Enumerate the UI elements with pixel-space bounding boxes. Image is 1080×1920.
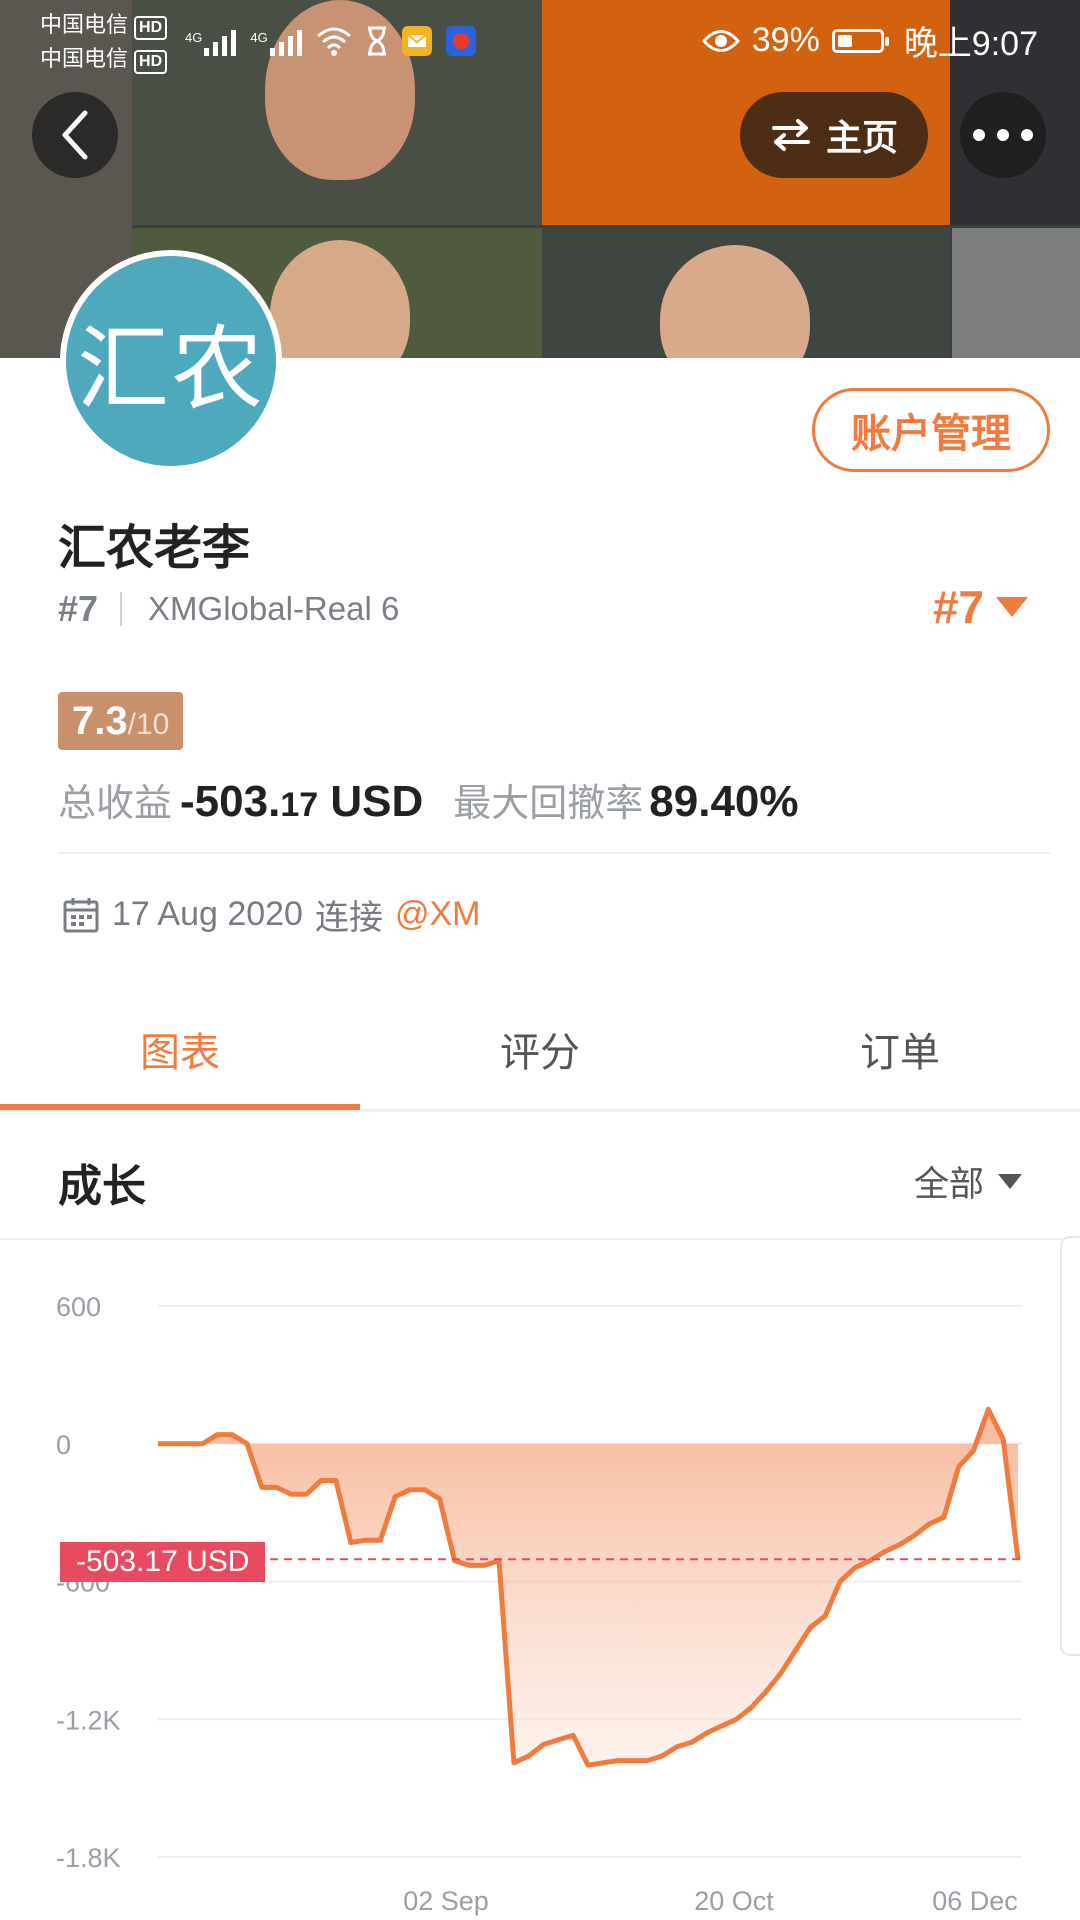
y-tick-label: 0: [56, 1430, 71, 1460]
hourglass-icon: [367, 26, 386, 56]
clock: 晚上9:07: [903, 25, 1038, 63]
caret-down-icon: [996, 597, 1028, 617]
max-drawdown-value: 89.40%: [649, 777, 799, 826]
connect-date: 17 Aug 2020: [112, 895, 303, 933]
calendar-icon: [63, 897, 99, 932]
section-title: 成长: [58, 1162, 146, 1211]
total-profit-value: -503.17 USD: [180, 777, 424, 826]
tab-orders[interactable]: 订单: [720, 1020, 1080, 1078]
growth-area: [158, 1409, 1018, 1766]
side-drawer-handle[interactable]: [1060, 1236, 1080, 1656]
carrier-info: 中国电信 HD 中国电信 HD: [40, 8, 168, 76]
connection-info: 17 Aug 2020 连接 @XM: [62, 890, 480, 939]
rank-number: #7: [58, 588, 99, 629]
max-drawdown-label: 最大回撤率: [453, 783, 644, 825]
tab-rating[interactable]: 评分: [360, 1020, 720, 1078]
battery-icon: [831, 28, 889, 53]
network-type: 4G: [185, 30, 203, 45]
divider: [58, 852, 1050, 854]
hd-icon: HD: [134, 16, 168, 40]
y-tick-label: -1.2K: [56, 1705, 121, 1735]
mail-icon: [401, 26, 432, 56]
range-dropdown-label: 全部: [913, 1165, 984, 1204]
total-profit-label: 总收益: [58, 783, 173, 825]
x-tick-label: 06 Dec: [932, 1886, 1018, 1916]
x-tick-label: 20 Oct: [694, 1886, 774, 1916]
home-switch-button[interactable]: 主页: [740, 92, 928, 178]
performance-stats: 总收益 -503.17 USD 最大回撤率 89.40%: [58, 772, 799, 827]
account-name: XMGlobal-Real 6: [148, 590, 400, 627]
carrier-label: 中国电信: [40, 12, 129, 37]
y-tick-label: 600: [56, 1292, 101, 1322]
account-meta: #7 XMGlobal-Real 6: [58, 588, 399, 630]
broker-link[interactable]: @XM: [395, 895, 481, 934]
score-max: /10: [127, 708, 170, 741]
account-management-button[interactable]: 账户管理: [812, 388, 1050, 472]
hd-icon: HD: [134, 50, 168, 74]
tab-chart[interactable]: 图表: [0, 1020, 360, 1078]
app-icon: [445, 26, 476, 56]
rank-dropdown-label: #7: [932, 581, 984, 633]
back-button[interactable]: [32, 92, 118, 178]
more-button[interactable]: [960, 92, 1046, 178]
score-value: 7.3: [72, 699, 128, 743]
more-dots-icon: [973, 129, 1033, 141]
y-tick-label: -1.8K: [56, 1843, 121, 1873]
network-type: 4G: [250, 30, 268, 45]
rank-dropdown[interactable]: #7: [933, 580, 1028, 634]
eye-icon: [701, 29, 740, 52]
active-tab-indicator: [0, 1104, 360, 1110]
signal-icon: [269, 30, 302, 56]
caret-down-icon: [998, 1174, 1022, 1189]
connect-label: 连接: [314, 899, 383, 937]
divider: [120, 592, 123, 626]
signal-icon: [204, 30, 237, 56]
avatar-text: 汇农: [76, 315, 265, 423]
battery-percent: 39%: [751, 21, 820, 59]
current-value-label: -503.17 USD: [60, 1542, 266, 1582]
range-dropdown[interactable]: 全部: [914, 1156, 1022, 1207]
profile-name: 汇农老李: [58, 522, 251, 575]
chevron-left-icon: [62, 110, 88, 160]
score-badge: 7.3 /10: [58, 692, 184, 750]
wifi-icon: [316, 27, 351, 56]
status-bar: 中国电信 HD 中国电信 HD 4G 4G 39% 晚上9:07: [0, 0, 1080, 80]
x-tick-label: 02 Sep: [403, 1886, 489, 1916]
swap-arrows-icon: [771, 119, 810, 151]
carrier-label: 中国电信: [40, 46, 129, 71]
home-label: 主页: [825, 117, 898, 158]
avatar[interactable]: 汇农: [60, 250, 282, 472]
